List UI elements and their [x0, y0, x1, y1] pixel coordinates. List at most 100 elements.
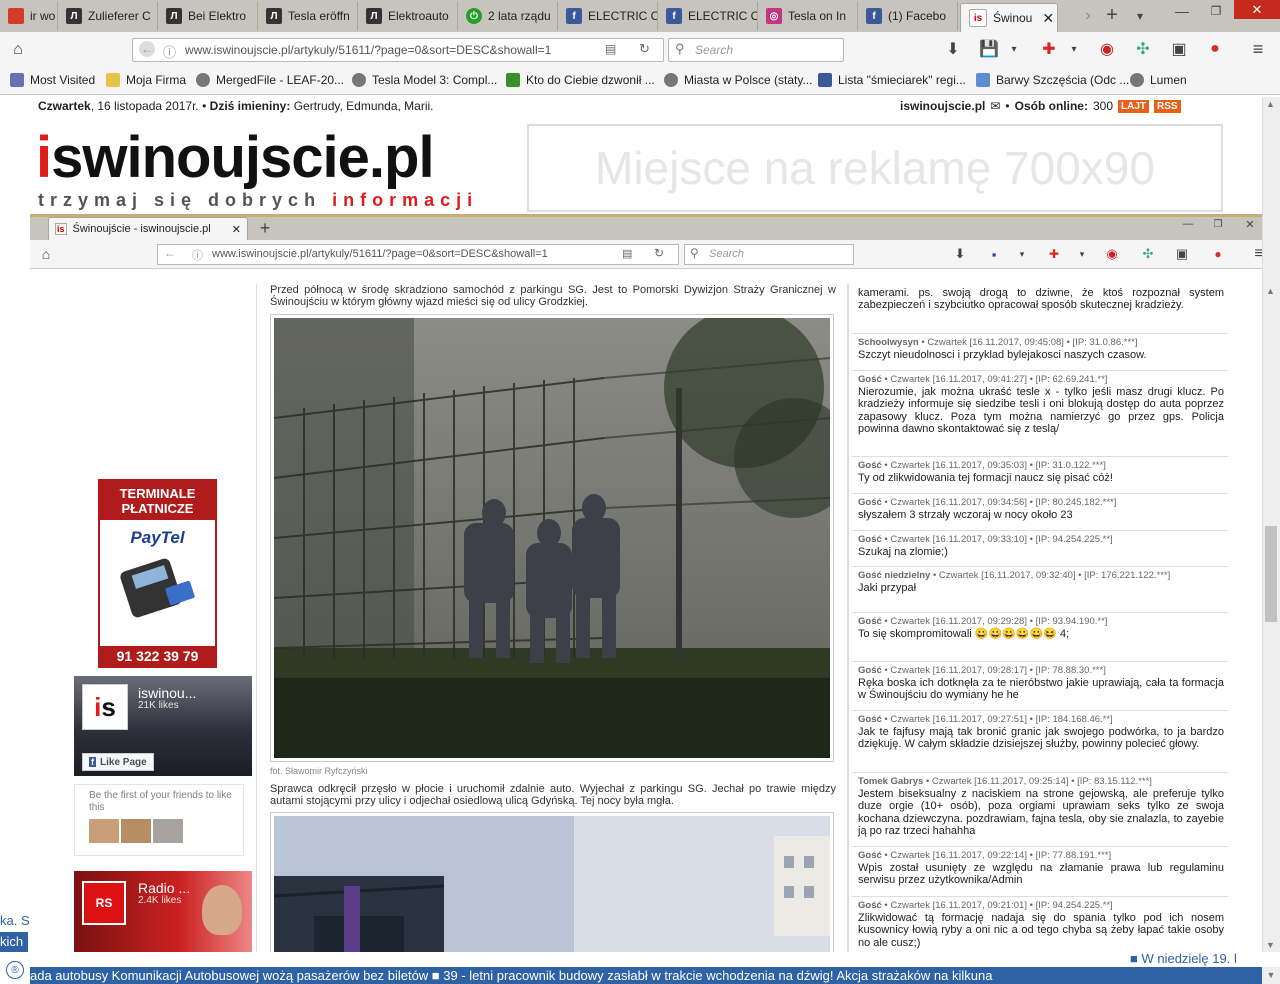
addon-dots-icon[interactable]: ● [1210, 246, 1226, 262]
addon-cross-icon[interactable]: ✚ [1046, 246, 1062, 262]
facebook-icon: f [566, 8, 582, 24]
inner-tab-active[interactable]: is Świnoujście - iswinoujscie.pl ✕ [48, 217, 248, 240]
status-icon[interactable]: ® [6, 961, 24, 979]
tab-5[interactable]: ⏻ 2 lata rządu [458, 2, 558, 30]
outer-scrollbar[interactable]: ▲ [1262, 97, 1280, 287]
reload-icon[interactable]: ↻ [639, 41, 650, 57]
inner-search-input[interactable]: ⚲ Search [684, 244, 854, 265]
menu-icon[interactable]: ≡ [1248, 39, 1268, 59]
rss-button[interactable]: RSS [1154, 99, 1181, 113]
download-icon[interactable]: ⬇ [952, 246, 968, 262]
scroll-up-icon[interactable]: ▲ [1266, 286, 1275, 296]
addon-puzzle-icon[interactable]: ✣ [1140, 246, 1156, 262]
bookmark-item[interactable]: Tesla Model 3: Compl... [352, 73, 497, 87]
tab-2[interactable]: Л Bei Elektro [158, 2, 258, 30]
save-icon[interactable]: ▪ [986, 246, 1002, 262]
close-tab-icon[interactable]: ✕ [1042, 10, 1054, 27]
close-window-icon[interactable]: ✕ [1242, 217, 1258, 231]
minimize-icon[interactable]: — [1180, 217, 1196, 231]
dropdown-icon[interactable]: ▾ [1076, 248, 1088, 260]
page-name[interactable]: iswinou... [138, 685, 196, 701]
tab-9[interactable]: f (1) Facebo [858, 2, 958, 30]
bookmark-item[interactable]: Miasta w Polsce (staty... [664, 73, 812, 87]
lajt-button[interactable]: LAJT [1118, 99, 1149, 113]
addon-ring-icon[interactable]: ◉ [1098, 40, 1116, 58]
back-icon[interactable]: ← [139, 41, 155, 57]
next-article-link[interactable]: ■ W niedzielę 19. l [1130, 951, 1237, 966]
tabs-scroll-right-icon[interactable]: › [1078, 6, 1098, 26]
list-tabs-icon[interactable]: ▾ [1130, 6, 1150, 26]
dropdown-icon[interactable]: ▾ [1068, 42, 1080, 56]
new-tab-icon[interactable]: + [1102, 4, 1122, 26]
comment-meta: Gość • Czwartek [16.11.2017, 09:33:10] •… [858, 534, 1224, 546]
dropdown-icon[interactable]: ▾ [1008, 42, 1020, 56]
restore-icon[interactable]: ❐ [1206, 2, 1226, 20]
scroll-thumb[interactable] [1265, 526, 1277, 622]
close-tab-icon[interactable]: ✕ [232, 223, 241, 236]
facebook-page-widget[interactable]: is iswinou... 21K likes f Like Page [74, 676, 252, 776]
site-logo[interactable]: iswinoujscie.pl [36, 124, 435, 191]
addon-dots-icon[interactable]: ● [1206, 40, 1224, 58]
comment-separator [852, 846, 1228, 847]
comment-item: Schoolwysyn • Czwartek [16.11.2017, 09:4… [858, 337, 1224, 361]
bookmark-item[interactable]: Moja Firma [106, 73, 186, 87]
paytel-ad[interactable]: TERMINALE PŁATNICZE PayTel 91 322 39 79 [98, 479, 217, 668]
tab-active[interactable]: is Świnou ✕ [960, 3, 1058, 32]
tab-4[interactable]: Л Elektroauto [358, 2, 458, 30]
friends-box: Be the first of your friends to like thi… [74, 784, 244, 856]
bookmark-item[interactable]: MergedFile - LEAF-20... [196, 73, 344, 87]
mail-icon[interactable]: ✉ [990, 99, 1000, 113]
bookmark-item[interactable]: Lista "śmieciarek" regi... [818, 73, 966, 87]
addon-cross-icon[interactable]: ✚ [1040, 40, 1058, 58]
sidebar-icon[interactable]: ▣ [1170, 40, 1188, 58]
scroll-down-icon[interactable]: ▼ [1262, 967, 1280, 984]
tab-8[interactable]: ◎ Tesla on In [758, 2, 858, 30]
minimize-icon[interactable]: — [1172, 2, 1192, 20]
reader-view-icon[interactable]: ▤ [605, 42, 616, 56]
site-link[interactable]: iswinoujscie.pl [900, 99, 985, 113]
bookmark-item[interactable]: Most Visited [10, 73, 95, 87]
restore-icon[interactable]: ❐ [1210, 217, 1226, 231]
reader-view-icon[interactable]: ▤ [622, 247, 632, 260]
back-icon[interactable]: ← [164, 246, 176, 260]
tab-1[interactable]: Л Zulieferer C [58, 2, 158, 30]
radio-page-widget[interactable]: RS Radio ... 2.4K likes [74, 871, 252, 952]
home-icon[interactable]: ⌂ [8, 40, 28, 60]
comment-text: Jak te fajfusy mają tak bronić granic ja… [858, 726, 1224, 751]
tab-0[interactable]: ir wo [0, 2, 58, 30]
addon-ring-icon[interactable]: ◉ [1104, 246, 1120, 262]
tab-6[interactable]: f ELECTRIC C [558, 2, 658, 30]
bookmark-item[interactable]: Lumen [1130, 73, 1187, 87]
dropdown-icon[interactable]: ▾ [1016, 248, 1028, 260]
sidebar-icon[interactable]: ▣ [1174, 246, 1190, 262]
download-icon[interactable]: ⬇ [944, 40, 962, 58]
like-page-button[interactable]: f Like Page [82, 753, 154, 771]
url-bar[interactable]: ← ⓘ www.iswinoujscie.pl/artykuly/51611/?… [132, 38, 664, 62]
comment-timestamp: • Czwartek [16.11.2017, 09:35:03] • [IP:… [884, 460, 1106, 471]
save-icon[interactable]: 💾 [979, 40, 999, 58]
bookmark-item[interactable]: Barwy Szczęścia (Odc ... [976, 73, 1129, 87]
new-tab-icon[interactable]: + [256, 218, 274, 238]
search-input[interactable]: ⚲ Search [668, 38, 844, 62]
scroll-down-icon[interactable]: ▼ [1266, 940, 1275, 950]
ad-banner[interactable]: Miejsce na reklamę 700x90 [527, 124, 1223, 212]
article-photo-frame[interactable] [270, 314, 834, 762]
comment-text: Jestem biseksualny z naciskiem na strone… [858, 788, 1224, 837]
news-ticker[interactable]: ada autobusy Komunikacji Autobusowej woż… [30, 967, 1262, 984]
inner-url-bar[interactable]: ← ⓘ www.iswinoujscie.pl/artykuly/51611/?… [157, 244, 679, 265]
info-icon[interactable]: ⓘ [163, 42, 176, 61]
globe-icon [664, 73, 678, 87]
tab-favicon-icon: Л [166, 8, 182, 24]
info-icon[interactable]: ⓘ [192, 247, 203, 263]
article-photo-frame-2[interactable] [270, 812, 834, 952]
addon-puzzle-icon[interactable]: ✣ [1134, 40, 1152, 58]
tab-3[interactable]: Л Tesla eröffn [258, 2, 358, 30]
tab-7[interactable]: f ELECTRIC C [658, 2, 758, 30]
reload-icon[interactable]: ↻ [654, 246, 664, 260]
bookmark-item[interactable]: Kto do Ciebie dzwonił ... [506, 73, 655, 87]
scroll-up-icon[interactable]: ▲ [1266, 99, 1275, 109]
comment-author: Gość [858, 850, 882, 861]
scrollbar[interactable]: ▲ ▼ [1262, 284, 1280, 952]
home-icon[interactable]: ⌂ [38, 246, 54, 262]
close-window-icon[interactable]: ✕ [1234, 0, 1280, 19]
